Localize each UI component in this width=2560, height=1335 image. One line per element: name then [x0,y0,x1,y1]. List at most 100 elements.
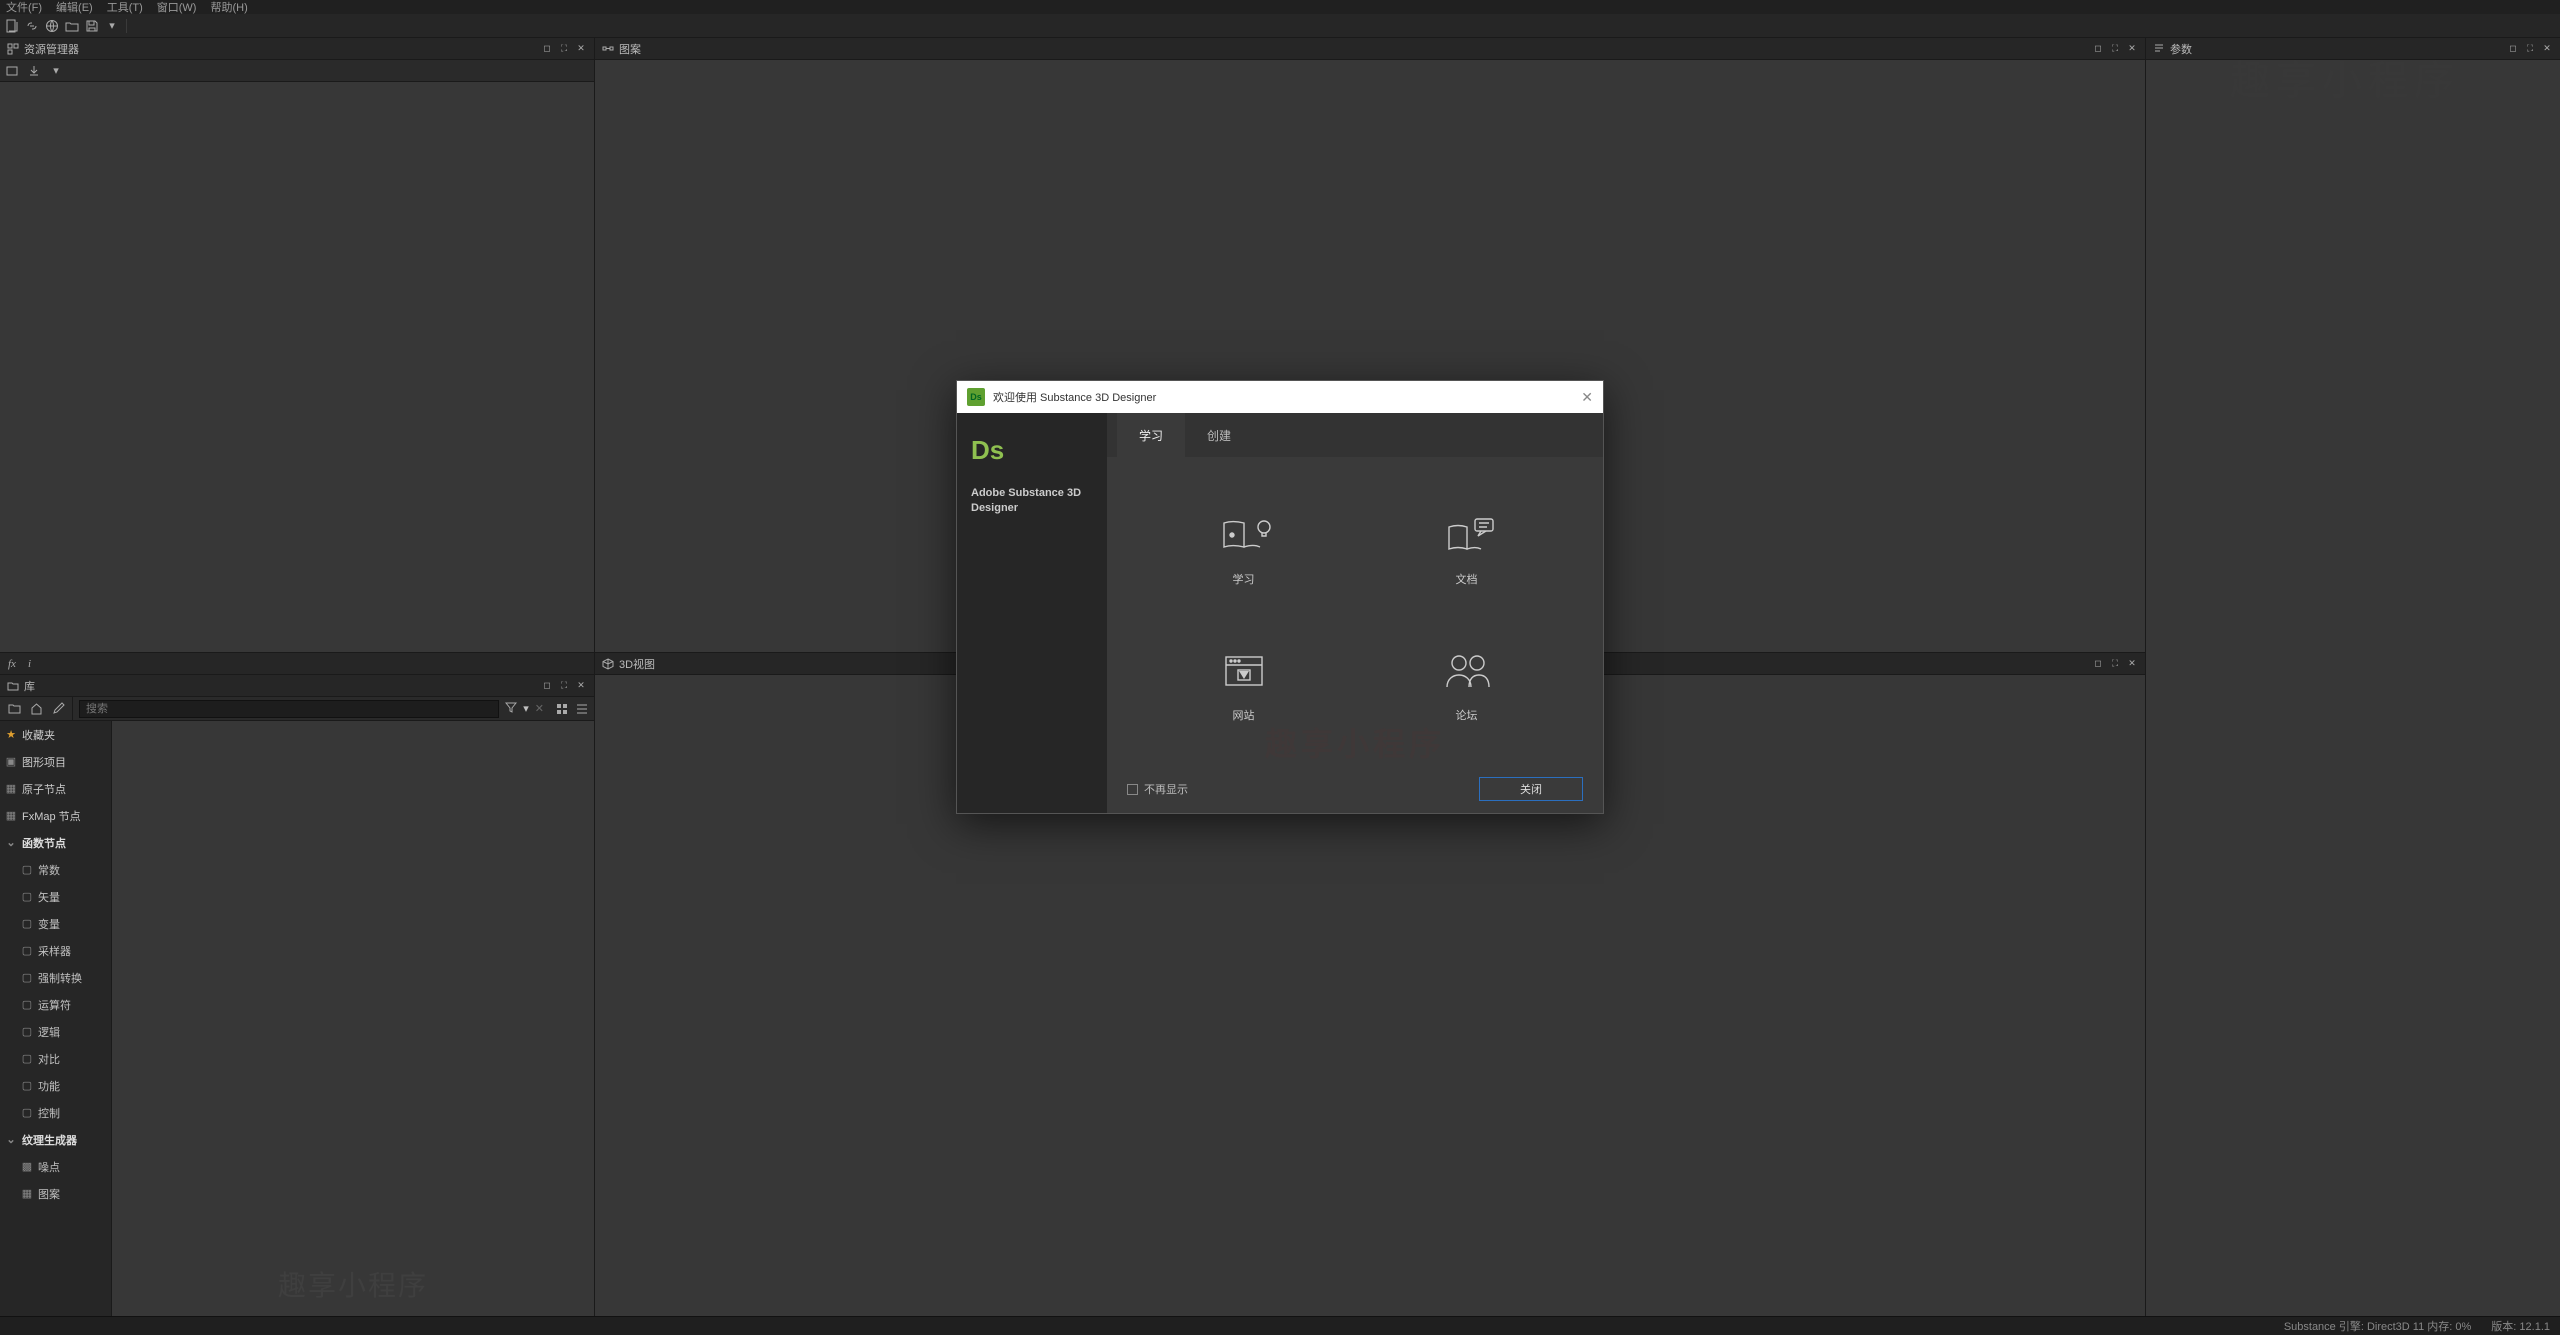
panel-maximize-icon[interactable]: ⛶ [557,679,571,693]
menu-help[interactable]: 帮助(H) [210,0,247,15]
home-icon[interactable] [28,701,44,717]
properties-icon [2152,42,2166,56]
save-icon[interactable] [84,18,100,34]
status-version: 版本: 12.1.1 [2491,1318,2550,1334]
link-icon[interactable] [24,18,40,34]
export-icon[interactable] [26,63,42,79]
pattern-icon: ▦ [20,1187,34,1200]
tree-function-nodes[interactable]: ⌄函数节点 [0,829,111,856]
tab-learn[interactable]: 学习 [1117,413,1185,457]
close-button[interactable]: 关闭 [1479,777,1583,801]
panel-close-icon[interactable]: ✕ [2125,42,2139,56]
fn-icon[interactable]: fx [8,658,16,670]
card-label: 学习 [1233,571,1255,587]
globe-icon[interactable] [44,18,60,34]
welcome-dialog: Ds 欢迎使用 Substance 3D Designer ✕ Ds Adobe… [956,380,1604,814]
card-website[interactable]: 网站 [1137,623,1350,749]
node-icon: ▢ [20,1106,34,1119]
tree-item[interactable]: ▢矢量 [0,883,111,910]
star-icon: ★ [4,728,18,741]
tree-item[interactable]: ▢对比 [0,1045,111,1072]
dont-show-checkbox[interactable]: 不再显示 [1127,781,1188,797]
graph-titlebar: 图案 ◻ ⛶ ✕ [595,38,2145,60]
library-body: ★收藏夹 ▣图形项目 ▦原子节点 ▦FxMap 节点 ⌄函数节点 ▢常数 ▢矢量… [0,721,594,1316]
close-icon[interactable]: ✕ [1581,389,1593,406]
node-icon: ▢ [20,971,34,984]
menu-tools[interactable]: 工具(T) [107,0,143,15]
search-input[interactable] [79,700,499,718]
tree-item[interactable]: ▢采样器 [0,937,111,964]
graph-icon [601,42,615,56]
panel-undock-icon[interactable]: ◻ [540,42,554,56]
tree-item[interactable]: ▢控制 [0,1099,111,1126]
dialog-tabs: 学习 创建 [1107,413,1603,457]
properties-title: 参数 [2170,41,2192,57]
filter-icon[interactable] [505,701,517,716]
grid-icon: ▦ [4,809,18,822]
explorer-body[interactable] [0,82,594,652]
panel-maximize-icon[interactable]: ⛶ [557,42,571,56]
card-label: 网站 [1233,707,1255,723]
tree-item[interactable]: ▦图案 [0,1180,111,1207]
node-icon: ▢ [20,917,34,930]
node-icon: ▢ [20,998,34,1011]
list-view-icon[interactable] [574,701,590,717]
card-learn[interactable]: 学习 [1137,487,1350,613]
tree-atomic[interactable]: ▦原子节点 [0,775,111,802]
card-docs[interactable]: 文档 [1360,487,1573,613]
node-icon: ▢ [20,863,34,876]
library-tree[interactable]: ★收藏夹 ▣图形项目 ▦原子节点 ▦FxMap 节点 ⌄函数节点 ▢常数 ▢矢量… [0,721,112,1316]
info-icon[interactable]: i [28,658,31,670]
tree-item[interactable]: ▢变量 [0,910,111,937]
card-forum[interactable]: 论坛 [1360,623,1573,749]
library-content[interactable]: 趣享小程序 [112,721,594,1316]
book-lightbulb-icon [1212,513,1276,557]
browser-icon [1212,649,1276,693]
tab-create[interactable]: 创建 [1185,413,1253,457]
open-folder-icon[interactable] [64,18,80,34]
dialog-titlebar[interactable]: Ds 欢迎使用 Substance 3D Designer ✕ [957,381,1603,413]
panel-close-icon[interactable]: ✕ [574,679,588,693]
tree-item[interactable]: ▢功能 [0,1072,111,1099]
chevron-down-icon: ⌄ [4,1133,18,1146]
tree-item[interactable]: ▢逻辑 [0,1018,111,1045]
menu-window[interactable]: 窗口(W) [157,0,197,15]
properties-body[interactable] [2146,60,2560,1316]
tree-graph-project[interactable]: ▣图形项目 [0,748,111,775]
panel-close-icon[interactable]: ✕ [2125,657,2139,671]
tree-favorites[interactable]: ★收藏夹 [0,721,111,748]
tree-item[interactable]: ▢运算符 [0,991,111,1018]
panel-undock-icon[interactable]: ◻ [2091,657,2105,671]
grid-view-icon[interactable] [554,701,570,717]
folder-icon[interactable] [6,701,22,717]
tree-texture-generator[interactable]: ⌄纹理生成器 [0,1126,111,1153]
people-icon [1435,649,1499,693]
panel-maximize-icon[interactable]: ⛶ [2108,42,2122,56]
node-icon: ▢ [20,944,34,957]
edit-icon[interactable] [50,701,66,717]
tree-item[interactable]: ▢强制转换 [0,964,111,991]
panel-maximize-icon[interactable]: ⛶ [2523,42,2537,56]
filter-dropdown-icon[interactable]: ▾ [523,702,529,715]
panel-close-icon[interactable]: ✕ [2540,42,2554,56]
explorer-panel: 资源管理器 ◻ ⛶ ✕ ▾ [0,38,594,653]
panel-undock-icon[interactable]: ◻ [540,679,554,693]
save-dropdown-icon[interactable]: ▾ [104,18,120,34]
new-file-icon[interactable] [4,18,20,34]
tree-item[interactable]: ▢常数 [0,856,111,883]
tree-fxmap[interactable]: ▦FxMap 节点 [0,802,111,829]
right-column: 参数 ◻ ⛶ ✕ [2145,38,2560,1316]
dropdown-icon[interactable]: ▾ [48,63,64,79]
app-logo-icon: Ds [967,388,985,406]
menu-file[interactable]: 文件(F) [6,0,42,15]
checkbox-label: 不再显示 [1144,781,1188,797]
new-package-icon[interactable] [4,63,20,79]
menu-edit[interactable]: 编辑(E) [56,0,93,15]
panel-undock-icon[interactable]: ◻ [2091,42,2105,56]
panel-close-icon[interactable]: ✕ [574,42,588,56]
menu-bar: 文件(F) 编辑(E) 工具(T) 窗口(W) 帮助(H) [0,0,2560,14]
clear-filter-icon[interactable]: ✕ [535,702,544,715]
tree-item[interactable]: ▩噪点 [0,1153,111,1180]
panel-undock-icon[interactable]: ◻ [2506,42,2520,56]
panel-maximize-icon[interactable]: ⛶ [2108,657,2122,671]
